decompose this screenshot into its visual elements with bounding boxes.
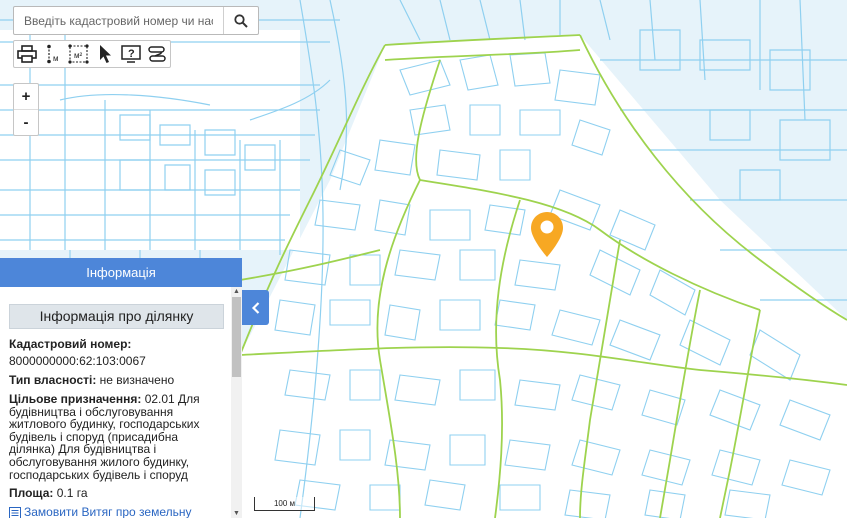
- order-extract-link[interactable]: Замовити Витяг про земельну ділянку: [9, 506, 224, 518]
- info-panel-content: Інформація про ділянку Кадастровий номер…: [9, 287, 224, 518]
- zoom-out-button[interactable]: -: [14, 109, 38, 135]
- search-input[interactable]: [14, 7, 223, 34]
- zoom-in-button[interactable]: +: [14, 84, 38, 109]
- search-bar: [13, 6, 259, 35]
- measure-length-button[interactable]: м: [40, 41, 66, 67]
- print-button[interactable]: [14, 41, 40, 67]
- area-value: 0.1 га: [56, 486, 88, 501]
- layers-switch-button[interactable]: [144, 41, 170, 67]
- ownership-value: не визначено: [99, 373, 175, 387]
- search-icon: [234, 13, 248, 28]
- purpose-value: 02.01 Для будівництва і обслуговування ж…: [9, 392, 200, 482]
- order-extract-label: Замовити Витяг про земельну ділянку: [24, 505, 192, 518]
- info-panel: Інформація про ділянку Кадастровий номер…: [0, 287, 242, 518]
- help-icon: ?: [121, 45, 141, 63]
- ownership-field: Тип власності: не визначено: [9, 374, 224, 387]
- svg-text:м²: м²: [74, 51, 83, 60]
- ownership-label: Тип власності:: [9, 373, 97, 387]
- area-label: Площа:: [9, 486, 54, 501]
- scale-bar: 100 м: [254, 497, 315, 511]
- cadastral-number-field: Кадастровий номер: 8000000000:62:103:006…: [9, 338, 224, 368]
- search-button[interactable]: [223, 7, 258, 34]
- info-panel-scrollbar[interactable]: ▲ ▼: [231, 287, 242, 518]
- collapse-panel-button[interactable]: [242, 290, 269, 325]
- print-icon: [17, 45, 37, 63]
- cadastral-number-label: Кадастровий номер:: [9, 337, 132, 351]
- area-field: Площа: 0.1 га: [9, 487, 224, 500]
- help-button[interactable]: ?: [118, 41, 144, 67]
- cadastral-number-value: 8000000000:62:103:0067: [9, 354, 146, 368]
- section-title: Інформація про ділянку: [9, 304, 224, 329]
- pointer-icon: [100, 45, 111, 63]
- chevron-left-icon: [251, 301, 259, 314]
- svg-text:?: ?: [128, 48, 135, 60]
- scroll-up-icon[interactable]: ▲: [231, 287, 242, 296]
- pointer-button[interactable]: [92, 41, 118, 67]
- scroll-down-icon[interactable]: ▼: [231, 509, 242, 518]
- layers-switch-icon: [148, 46, 166, 62]
- map-toolbar: м м² ?: [13, 40, 171, 68]
- measure-area-icon: м²: [68, 44, 89, 64]
- info-panel-header: Інформація: [0, 258, 242, 287]
- svg-text:м: м: [53, 54, 59, 63]
- scrollbar-thumb[interactable]: [232, 297, 241, 377]
- zoom-control: + -: [13, 83, 39, 136]
- purpose-field: Цільове призначення: 02.01 Для будівницт…: [9, 393, 224, 481]
- document-icon: [9, 507, 21, 518]
- measure-length-icon: м: [47, 44, 59, 64]
- measure-area-button[interactable]: м²: [66, 41, 92, 67]
